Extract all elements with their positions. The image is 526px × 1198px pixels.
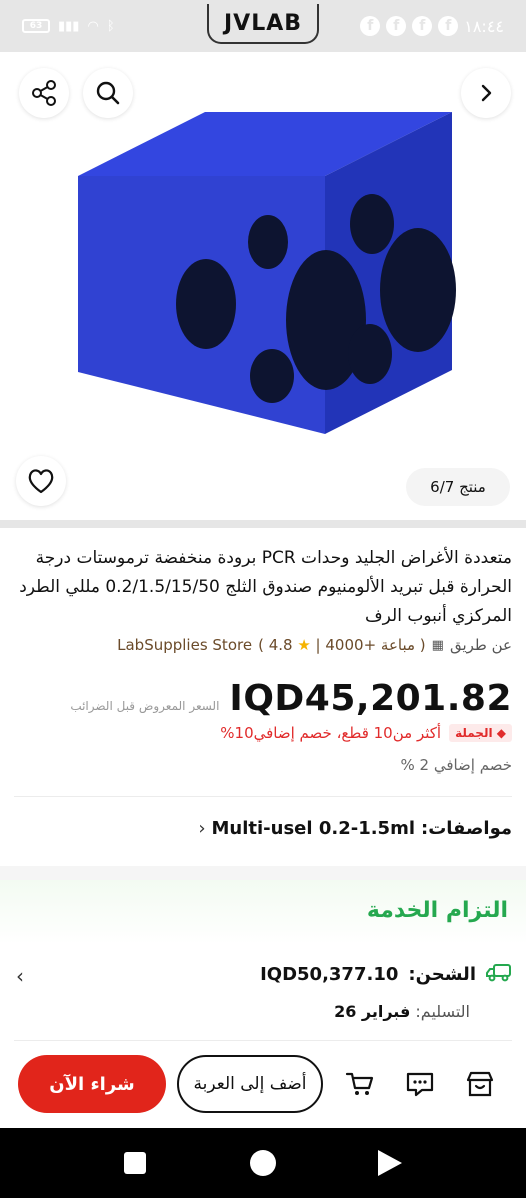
shipping-row[interactable]: الشحن: IQD50,377.10	[14, 962, 512, 987]
seller-prefix: عن طريق	[449, 636, 512, 654]
sold-count: مباعة +4000	[325, 636, 416, 654]
product-image-area[interactable]	[0, 52, 526, 520]
wholesale-badge: ◆ الجملة	[449, 724, 512, 742]
image-divider	[0, 520, 526, 528]
section-gap	[0, 866, 526, 880]
rating-value: 4.8	[268, 636, 293, 654]
service-title: التزام الخدمة	[366, 898, 508, 923]
price: IQD45,201.82	[229, 678, 512, 719]
brand-watermark: JVLAB	[207, 4, 319, 44]
price-row: IQD45,201.82 السعر المعروض قبل الضرائب	[14, 678, 512, 719]
delivery-label: التسليم:	[415, 1002, 470, 1021]
back-button[interactable]	[461, 68, 511, 118]
store-name[interactable]: LabSupplies Store	[117, 636, 252, 654]
facebook-icon: f	[438, 16, 459, 36]
add-to-cart-button[interactable]: أضف إلى العربة	[177, 1055, 323, 1113]
shipping-value: IQD50,377.10	[260, 964, 399, 985]
seller-row[interactable]: عن طريق ▦ ( مباعة +4000 | ★ 4.8 ) LabSup…	[14, 636, 512, 654]
delivery-row: التسليم: فبراير 26	[334, 1002, 470, 1021]
heart-icon	[28, 469, 54, 494]
clock: ١٨:٤٤	[464, 16, 504, 36]
bottom-action-bar: شراء الآن أضف إلى العربة	[0, 1052, 526, 1128]
search-button[interactable]	[83, 68, 133, 118]
home-button[interactable]	[250, 1150, 276, 1176]
recent-apps-button[interactable]	[124, 1152, 146, 1174]
wholesale-deal: أكثر من10 قطع، خصم إضافي10%	[220, 724, 442, 742]
back-nav-button[interactable]	[378, 1150, 402, 1176]
facebook-icon: f	[386, 16, 407, 36]
price-note: السعر المعروض قبل الضرائب	[70, 699, 220, 713]
search-icon	[96, 81, 120, 105]
specs-label: مواصفات:	[421, 818, 512, 839]
shipping-label: الشحن:	[408, 964, 476, 985]
share-icon	[32, 80, 56, 106]
facebook-icon: f	[360, 16, 381, 36]
divider	[14, 796, 512, 797]
tag-icon: ◆	[496, 726, 506, 740]
specs-row[interactable]: مواصفات: Multi-usel 0.2-1.5ml ‹	[14, 818, 512, 839]
bluetooth-icon: ᛒ	[106, 18, 115, 34]
divider	[14, 1040, 512, 1041]
star-icon: ★	[297, 636, 311, 654]
image-counter: منتج 6/7	[406, 468, 510, 506]
seller-meta: ( مباعة +4000 | ★ 4.8 )	[258, 636, 426, 654]
chat-icon	[406, 1072, 434, 1097]
specs-value: Multi-usel 0.2-1.5ml	[211, 818, 415, 839]
status-right: f f f f ١٨:٤٤	[360, 16, 504, 36]
cart-icon	[345, 1072, 374, 1095]
facebook-icon: f	[412, 16, 433, 36]
store-button[interactable]	[464, 1068, 496, 1100]
system-nav-bar	[0, 1128, 526, 1198]
share-button[interactable]	[19, 68, 69, 118]
extra-discount: خصم إضافي 2 %	[400, 756, 512, 774]
wifi-icon: ◠	[87, 18, 99, 34]
cart-button[interactable]	[344, 1068, 376, 1100]
delivery-value: فبراير 26	[334, 1002, 411, 1021]
chevron-right-icon	[481, 84, 492, 102]
wholesale-label: الجملة	[455, 726, 493, 740]
signal-icon: ▮▮▮	[58, 18, 80, 34]
chat-button[interactable]	[404, 1068, 436, 1100]
wishlist-button[interactable]	[16, 456, 66, 506]
buy-now-button[interactable]: شراء الآن	[18, 1055, 166, 1113]
status-left: 63 ▮▮▮ ◠ ᛒ	[22, 19, 115, 34]
product-image	[78, 112, 456, 434]
store-badge-icon: ▦	[431, 637, 444, 653]
battery-icon: 63	[22, 19, 50, 33]
product-title: متعددة الأغراض الجليد وحدات PCR برودة من…	[19, 548, 512, 626]
chevron-left-icon: ‹	[198, 818, 206, 839]
store-icon	[466, 1071, 494, 1097]
truck-icon	[486, 962, 512, 987]
wholesale-row: ◆ الجملة أكثر من10 قطع، خصم إضافي10%	[14, 724, 512, 742]
chevron-left-icon[interactable]: ‹	[16, 964, 24, 988]
